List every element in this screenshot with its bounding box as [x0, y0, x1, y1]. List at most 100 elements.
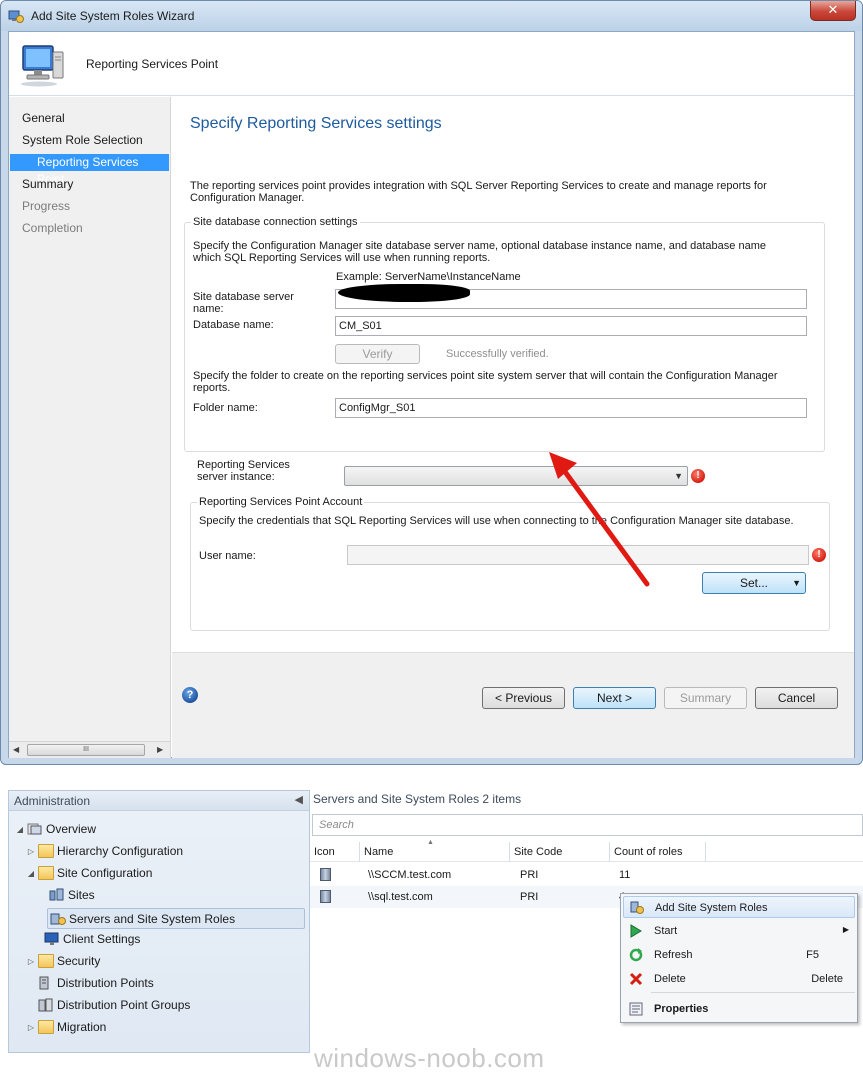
monitor-icon	[44, 932, 59, 945]
wizard-header: Reporting Services Point	[9, 32, 854, 96]
tree-item-distribution-point-groups[interactable]: Distribution Point Groups	[36, 998, 190, 1012]
distribution-point-icon	[39, 976, 49, 990]
nav-horizontal-scrollbar[interactable]: ◀ III ▶	[9, 741, 170, 758]
collapse-pane-icon[interactable]: ◀	[295, 793, 303, 806]
watermark: windows-noob.com	[314, 1043, 545, 1073]
nav-item-general[interactable]: General	[22, 111, 65, 125]
nav-item-progress: Progress	[22, 199, 71, 213]
menu-item-delete[interactable]: Delete Delete	[623, 968, 855, 990]
site-database-group-label: Site database connection settings	[191, 216, 360, 228]
nav-item-reporting-services-point[interactable]: Reporting Services Point	[10, 154, 169, 186]
folder-icon	[38, 866, 54, 880]
menu-item-add-site-system-roles[interactable]: Add Site System Roles	[623, 896, 855, 918]
tree-item-sites[interactable]: Sites	[47, 888, 95, 902]
set-account-button[interactable]: Set... ▼	[702, 572, 806, 594]
workspace-title: Administration	[14, 794, 91, 808]
server-name-label: Site database server name:	[193, 291, 294, 315]
nav-item-system-role-selection[interactable]: System Role Selection	[22, 133, 143, 147]
database-name-label: Database name:	[193, 319, 274, 331]
folder-icon	[38, 954, 54, 968]
db-instructions: Specify the Configuration Manager site d…	[193, 240, 766, 264]
computer-icon	[21, 45, 64, 87]
row-site-code: PRI	[520, 891, 539, 903]
tree-item-migration[interactable]: ▷ Migration	[26, 1020, 106, 1034]
database-name-input[interactable]: CM_S01	[335, 316, 807, 336]
column-name[interactable]: Name	[360, 842, 510, 862]
tree-header: Administration ◀	[9, 791, 309, 811]
user-name-input[interactable]	[347, 545, 809, 565]
row-site-code: PRI	[520, 869, 539, 881]
dropdown-caret-icon: ▼	[792, 578, 801, 588]
verify-button[interactable]: Verify	[335, 344, 420, 364]
row-name: \\sql.test.com	[368, 891, 433, 903]
folder-name-label: Folder name:	[193, 402, 258, 414]
menu-separator	[651, 992, 855, 993]
scroll-right-icon[interactable]: ▶	[157, 745, 163, 754]
expand-arrow-icon[interactable]: ▷	[26, 847, 36, 856]
menu-item-properties[interactable]: Properties	[623, 998, 855, 1020]
column-count-of-roles[interactable]: Count of roles	[610, 842, 706, 862]
sites-icon	[49, 888, 64, 901]
expand-arrow-icon[interactable]: ▷	[26, 957, 36, 966]
nav-item-summary[interactable]: Summary	[22, 177, 73, 191]
sort-ascending-icon: ▲	[427, 839, 434, 846]
add-roles-icon	[630, 901, 644, 914]
expand-arrow-icon[interactable]: ◢	[15, 825, 25, 834]
redacted-mark	[338, 284, 470, 302]
expand-arrow-icon[interactable]: ▷	[26, 1023, 36, 1032]
folder-icon	[38, 1020, 54, 1034]
close-button[interactable]: ✕	[810, 1, 856, 21]
wizard-nav: General System Role Selection Reporting …	[9, 97, 171, 758]
previous-button[interactable]: < Previous	[482, 687, 565, 709]
distribution-point-groups-icon	[38, 998, 53, 1012]
properties-icon	[629, 1002, 643, 1016]
server-roles-icon	[50, 913, 66, 925]
user-name-label: User name:	[199, 550, 256, 562]
summary-button[interactable]: Summary	[664, 687, 747, 709]
folder-name-input[interactable]: ConfigMgr_S01	[335, 398, 807, 418]
nav-item-completion: Completion	[22, 221, 83, 235]
menu-item-refresh[interactable]: Refresh F5	[623, 944, 855, 966]
server-instance-dropdown[interactable]: ▼	[344, 466, 688, 486]
tree-item-distribution-points[interactable]: Distribution Points	[36, 976, 154, 990]
column-icon[interactable]: Icon	[310, 842, 360, 862]
account-instructions: Specify the credentials that SQL Reporti…	[199, 515, 794, 527]
chevron-down-icon[interactable]: ▼	[674, 471, 683, 481]
scroll-thumb[interactable]: III	[27, 744, 145, 756]
window-title: Add Site System Roles Wizard	[31, 9, 195, 23]
instance-error-icon: !	[691, 469, 705, 483]
server-icon	[320, 868, 331, 881]
tree-item-overview[interactable]: ◢ Overview	[15, 822, 96, 836]
help-icon[interactable]: ?	[182, 687, 198, 703]
header-title: Reporting Services Point	[86, 57, 219, 71]
page-description: The reporting services point provides in…	[190, 180, 767, 204]
tree-item-site-configuration[interactable]: ◢ Site Configuration	[26, 866, 152, 880]
tree-item-hierarchy-configuration[interactable]: ▷ Hierarchy Configuration	[26, 844, 183, 858]
tree-item-servers-and-site-system-roles[interactable]: Servers and Site System Roles	[47, 908, 305, 929]
verify-status: Successfully verified.	[446, 348, 549, 360]
server-name-input[interactable]	[335, 284, 807, 309]
cancel-button[interactable]: Cancel	[755, 687, 838, 709]
wizard-footer: ? < Previous Next > Summary Cancel	[172, 652, 854, 758]
menu-item-start[interactable]: Start ▶	[623, 920, 855, 942]
title-bar[interactable]: Add Site System Roles Wizard ✕	[1, 1, 862, 31]
next-button[interactable]: Next >	[573, 687, 656, 709]
column-site-code[interactable]: Site Code	[510, 842, 610, 862]
delete-icon	[629, 972, 643, 986]
server-example: Example: ServerName\InstanceName	[336, 271, 521, 283]
wizard-window: Add Site System Roles Wizard ✕ Reporting…	[0, 0, 863, 765]
submenu-arrow-icon: ▶	[842, 925, 849, 934]
scroll-left-icon[interactable]: ◀	[13, 745, 19, 754]
expand-arrow-icon[interactable]: ◢	[26, 869, 36, 878]
context-menu: Add Site System Roles Start ▶ Refresh F5…	[620, 893, 858, 1023]
tree-item-security[interactable]: ▷ Security	[26, 954, 100, 968]
search-input[interactable]: Search	[312, 814, 863, 836]
tree-item-client-settings[interactable]: Client Settings	[42, 932, 140, 946]
wizard-body: Reporting Services Point General System …	[8, 31, 855, 758]
account-group: Reporting Services Point Account Specify…	[190, 496, 830, 631]
row-count: 11	[619, 869, 631, 881]
table-row[interactable]: \\SCCM.test.com PRI 11	[310, 864, 863, 886]
page-heading: Specify Reporting Services settings	[190, 115, 442, 132]
console-pane: Administration ◀ ◢ Overview ▷ Hierarchy …	[8, 790, 863, 1053]
close-icon: ✕	[827, 2, 839, 17]
